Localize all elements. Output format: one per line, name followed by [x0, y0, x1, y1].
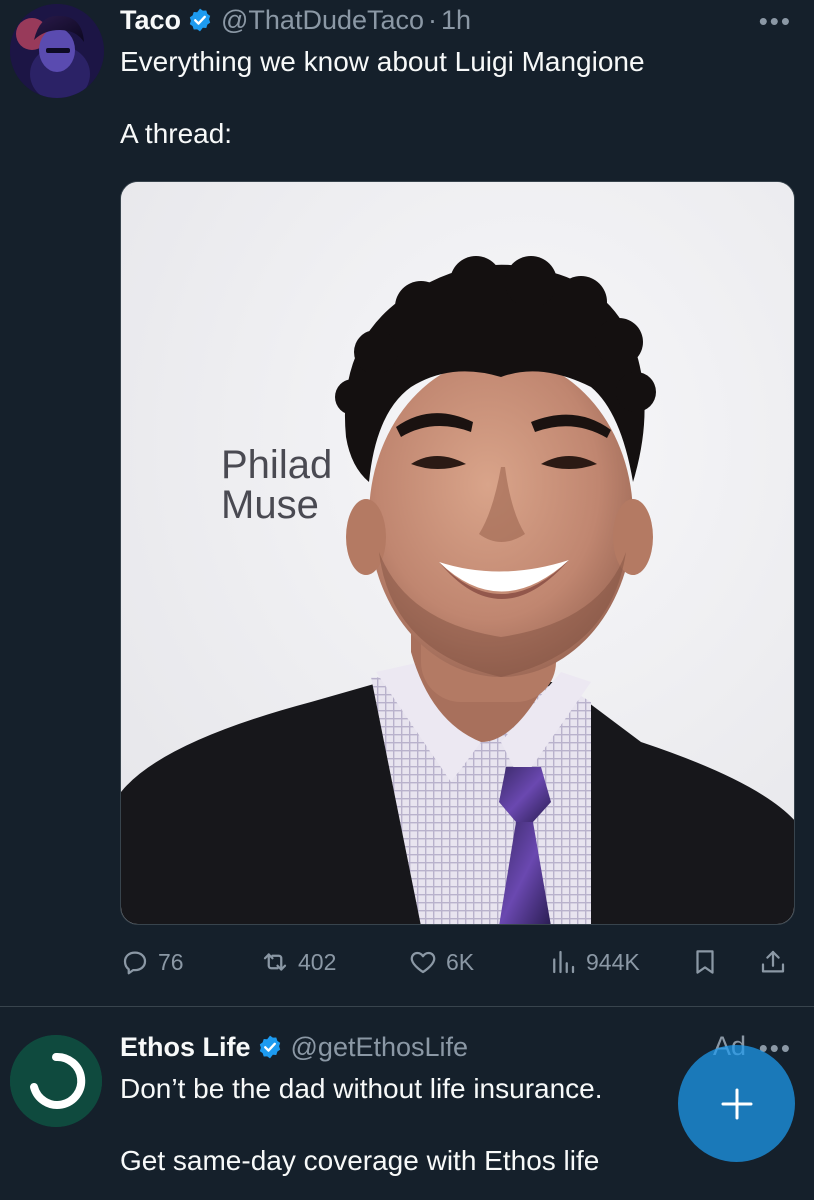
tweet[interactable]: Taco @ThatDudeTaco · 1h ••• Everything w… — [0, 0, 814, 1006]
ethos-logo-icon — [10, 1035, 102, 1127]
share-button[interactable] — [758, 940, 796, 984]
bookmark-button[interactable] — [690, 940, 728, 984]
share-upload-icon — [761, 950, 785, 973]
heart-icon — [410, 951, 436, 974]
time-separator: · — [428, 4, 438, 35]
tweet-action-bar: 76 402 6K 944K — [120, 940, 795, 984]
repost-icon — [263, 953, 287, 971]
views-count: 944K — [586, 948, 640, 975]
repost-button[interactable]: 402 — [260, 940, 336, 984]
tweet-text-line: A thread: — [120, 118, 233, 149]
tweet-text-line: Everything we know about Luigi Mangione — [120, 46, 645, 77]
more-options-ellipsis-icon[interactable]: ••• — [759, 6, 792, 37]
timeline-feed: Taco @ThatDudeTaco · 1h ••• Everything w… — [0, 0, 814, 1200]
compose-fab-button[interactable] — [678, 1045, 795, 1162]
reply-icon — [123, 951, 147, 975]
tweet-author-row: Taco @ThatDudeTaco · 1h — [120, 2, 471, 38]
verified-badge-icon — [189, 8, 211, 32]
avatar[interactable] — [10, 1035, 102, 1127]
tweet-text: Everything we know about Luigi Mangione … — [120, 44, 780, 152]
author-display-name[interactable]: Taco — [120, 5, 181, 36]
reply-button[interactable]: 76 — [120, 940, 184, 984]
author-display-name[interactable]: Ethos Life — [120, 1032, 251, 1063]
photo-sign-text: Muse — [221, 483, 319, 527]
bookmark-icon — [696, 950, 714, 974]
analytics-bars-icon — [553, 950, 575, 974]
photo-sign-text: Philad — [221, 443, 332, 487]
views-button[interactable]: 944K — [548, 940, 640, 984]
plus-icon — [721, 1088, 752, 1119]
tweet-media-photo[interactable]: Philad Muse — [120, 181, 795, 925]
like-button[interactable]: 6K — [408, 940, 474, 984]
repost-count: 402 — [298, 948, 337, 975]
like-count: 6K — [446, 948, 475, 975]
author-handle[interactable]: @ThatDudeTaco — [221, 5, 424, 36]
avatar[interactable] — [10, 4, 104, 98]
tweet-author-row: Ethos Life @getEthosLife — [120, 1029, 468, 1065]
tweet-timestamp[interactable]: 1h — [441, 5, 471, 36]
author-handle[interactable]: @getEthosLife — [291, 1032, 469, 1063]
reply-count: 76 — [158, 948, 184, 975]
verified-badge-icon — [259, 1035, 280, 1059]
